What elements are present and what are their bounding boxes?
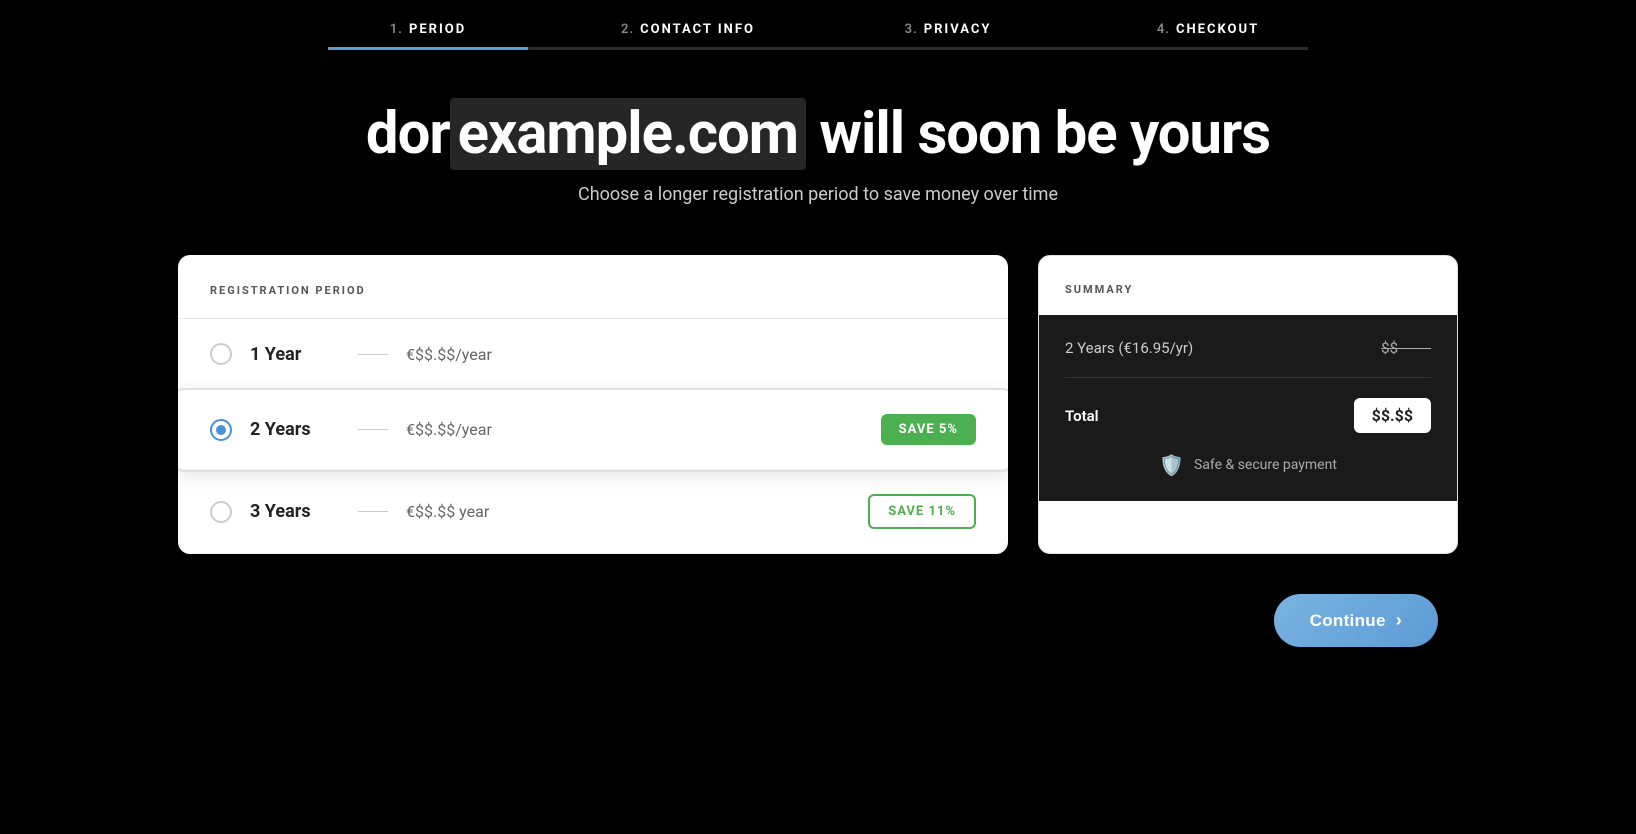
period-price-3years: €$$.$$ year xyxy=(406,502,850,521)
period-label-1year: 1 Year xyxy=(250,344,340,365)
period-option-1year[interactable]: 1 Year €$$.$$/year xyxy=(178,319,1008,390)
hero-title: dorexample.com will soon be yours xyxy=(0,100,1636,168)
step-connector-3 xyxy=(1048,47,1108,50)
step-privacy[interactable]: 3. PRIVACY xyxy=(848,22,1048,50)
chevron-right-icon: › xyxy=(1396,610,1402,631)
summary-total-label: Total xyxy=(1065,407,1099,425)
summary-total-value: $$.$$ xyxy=(1354,398,1431,433)
step-connector-2 xyxy=(788,47,848,50)
hero-section: dorexample.com will soon be yours Choose… xyxy=(0,50,1636,235)
continue-wrapper: Continue › xyxy=(118,594,1518,687)
step-period-line xyxy=(328,47,528,50)
period-option-2years[interactable]: 2 Years €$$.$$/year SAVE 5% xyxy=(178,390,1008,470)
hero-title-post: will soon be yours xyxy=(806,100,1270,168)
step-checkout-line xyxy=(1108,47,1308,50)
continue-label: Continue xyxy=(1310,611,1386,631)
summary-header: SUMMARY xyxy=(1039,256,1457,315)
summary-dark-section: 2 Years (€16.95/yr) $$⠀⠀⠀ Total $$.$$ 🛡️… xyxy=(1039,315,1457,501)
step-contact[interactable]: 2. CONTACT INFO xyxy=(588,22,788,50)
secure-payment-label: Safe & secure payment xyxy=(1194,457,1337,473)
summary-divider xyxy=(1065,377,1431,378)
radio-2years[interactable] xyxy=(210,419,232,441)
step-period-number: 1. xyxy=(390,22,403,37)
summary-line-item-row: 2 Years (€16.95/yr) $$⠀⠀⠀ xyxy=(1065,339,1431,357)
save-badge-3years: SAVE 11% xyxy=(868,494,976,529)
continue-button[interactable]: Continue › xyxy=(1274,594,1438,647)
summary-line-item-label: 2 Years (€16.95/yr) xyxy=(1065,339,1193,357)
shield-icon: 🛡️ xyxy=(1159,453,1184,477)
step-privacy-number: 3. xyxy=(905,22,918,37)
summary-total-row: Total $$.$$ xyxy=(1065,398,1431,433)
hero-domain: example.com xyxy=(450,98,806,170)
summary-title: SUMMARY xyxy=(1065,283,1133,296)
period-dash-3years xyxy=(358,511,388,512)
step-checkout[interactable]: 4. CHECKOUT xyxy=(1108,22,1308,50)
period-option-3years[interactable]: 3 Years €$$.$$ year SAVE 11% xyxy=(178,470,1008,554)
hero-title-pre: dor xyxy=(366,100,450,168)
summary-line-item-value: $$⠀⠀⠀ xyxy=(1381,339,1431,357)
step-privacy-line xyxy=(848,47,1048,50)
step-contact-line xyxy=(588,47,788,50)
stepper: 1. PERIOD 2. CONTACT INFO 3. PRIVACY 4 xyxy=(0,0,1636,50)
step-privacy-label: PRIVACY xyxy=(924,22,992,37)
period-section-title: REGISTRATION PERIOD xyxy=(210,284,366,297)
period-dash-2years xyxy=(358,429,388,430)
period-dash-1year xyxy=(358,354,388,355)
period-card: REGISTRATION PERIOD 1 Year €$$.$$/year 2… xyxy=(178,255,1008,554)
period-card-header: REGISTRATION PERIOD xyxy=(178,255,1008,319)
summary-card: SUMMARY 2 Years (€16.95/yr) $$⠀⠀⠀ Total … xyxy=(1038,255,1458,554)
step-period[interactable]: 1. PERIOD xyxy=(328,22,528,50)
radio-3years[interactable] xyxy=(210,501,232,523)
save-badge-2years: SAVE 5% xyxy=(881,414,976,445)
step-period-label: PERIOD xyxy=(409,22,466,37)
step-contact-number: 2. xyxy=(621,22,634,37)
hero-subtitle: Choose a longer registration period to s… xyxy=(0,184,1636,205)
period-price-1year: €$$.$$/year xyxy=(406,345,976,364)
period-label-2years: 2 Years xyxy=(250,419,340,440)
secure-payment-row: 🛡️ Safe & secure payment xyxy=(1065,453,1431,477)
step-checkout-number: 4. xyxy=(1157,22,1170,37)
period-price-2years: €$$.$$/year xyxy=(406,420,863,439)
main-content: REGISTRATION PERIOD 1 Year €$$.$$/year 2… xyxy=(118,235,1518,594)
radio-1year[interactable] xyxy=(210,343,232,365)
step-connector-1 xyxy=(528,47,588,50)
period-label-3years: 3 Years xyxy=(250,501,340,522)
step-checkout-label: CHECKOUT xyxy=(1176,22,1259,37)
step-contact-label: CONTACT INFO xyxy=(640,22,755,37)
